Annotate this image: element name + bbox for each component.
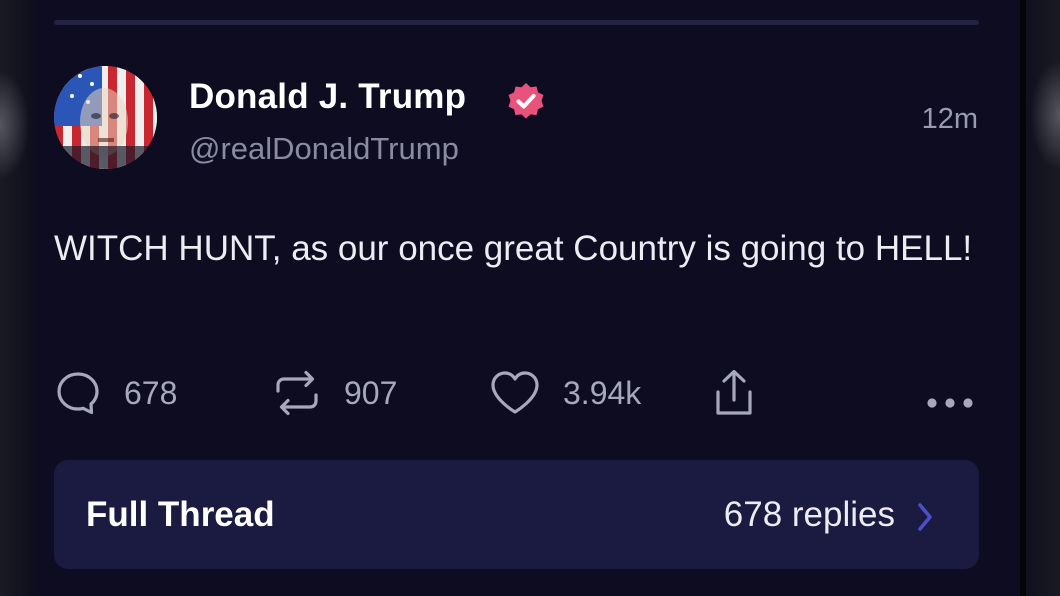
left-blur-band	[0, 0, 34, 596]
reply-count: 678	[124, 374, 178, 411]
full-thread-label: Full Thread	[86, 495, 275, 534]
reply-icon	[57, 372, 99, 415]
right-blur-band	[1020, 0, 1060, 596]
more-options-button[interactable]	[922, 378, 978, 428]
more-dots-icon	[927, 398, 973, 408]
repost-count: 907	[344, 374, 398, 411]
author-handle[interactable]: @realDonaldTrump	[189, 131, 459, 167]
verified-badge-icon	[508, 83, 544, 119]
repost-button[interactable]: 907	[272, 368, 397, 418]
like-button[interactable]: 3.94k	[489, 368, 641, 418]
post-text: WITCH HUNT, as our once great Country is…	[54, 229, 973, 268]
repost-icon	[276, 370, 318, 416]
avatar-image	[54, 66, 157, 169]
author-name[interactable]: Donald J. Trump	[189, 77, 466, 117]
reply-button[interactable]: 678	[54, 368, 177, 418]
thread-replies-count: 678 replies	[723, 495, 895, 534]
post-timestamp: 12m	[921, 103, 978, 135]
share-button[interactable]	[710, 368, 758, 418]
chevron-right-icon	[918, 503, 932, 531]
top-divider	[54, 20, 979, 25]
post-card: Donald J. Trump @realDonaldTrump 12m WIT…	[34, 0, 1020, 596]
avatar[interactable]	[54, 66, 157, 169]
like-count: 3.94k	[563, 374, 642, 411]
heart-icon	[491, 371, 539, 414]
share-icon	[716, 369, 752, 415]
full-thread-link[interactable]: Full Thread 678 replies	[54, 460, 979, 569]
screenshot-frame: Donald J. Trump @realDonaldTrump 12m WIT…	[0, 0, 1060, 596]
